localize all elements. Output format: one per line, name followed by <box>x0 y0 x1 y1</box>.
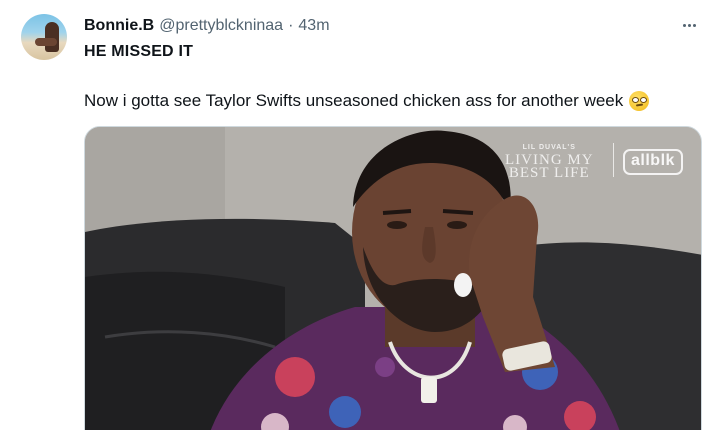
tweet-text-line1: HE MISSED IT <box>84 43 194 60</box>
tweet-header: Bonnie.B @prettyblckninaa · 43m <box>84 16 330 36</box>
tweet[interactable]: Bonnie.B @prettyblckninaa · 43m HE MISSE… <box>0 0 716 430</box>
show-watermark: LIL DUVAL'S LIVING MY BEST LIFE <box>505 141 594 181</box>
avatar-figure <box>45 22 59 52</box>
more-dot-icon <box>682 23 686 27</box>
timestamp[interactable]: 43m <box>298 16 329 36</box>
avatar-figure-limb <box>35 38 57 46</box>
separator-dot: · <box>288 17 294 34</box>
video-frame-illustration <box>85 127 701 430</box>
more-options-button[interactable] <box>678 14 700 36</box>
author-handle[interactable]: @prettyblckninaa <box>159 16 283 36</box>
more-dot-icon <box>692 23 696 27</box>
tweet-text-line2-row: Now i gotta see Taylor Swifts unseasoned… <box>84 90 650 112</box>
avatar[interactable] <box>21 14 67 60</box>
watermark-line2: BEST LIFE <box>508 165 590 181</box>
network-logo: allblk <box>623 149 683 175</box>
tweet-text-line2: Now i gotta see Taylor Swifts unseasoned… <box>84 91 624 110</box>
rolling-eyes-emoji-icon <box>629 91 650 111</box>
watermark-divider <box>613 143 614 177</box>
author-name[interactable]: Bonnie.B <box>84 16 154 36</box>
tweet-media-video[interactable]: LIL DUVAL'S LIVING MY BEST LIFE allblk <box>84 126 702 430</box>
more-dot-icon <box>687 23 691 27</box>
